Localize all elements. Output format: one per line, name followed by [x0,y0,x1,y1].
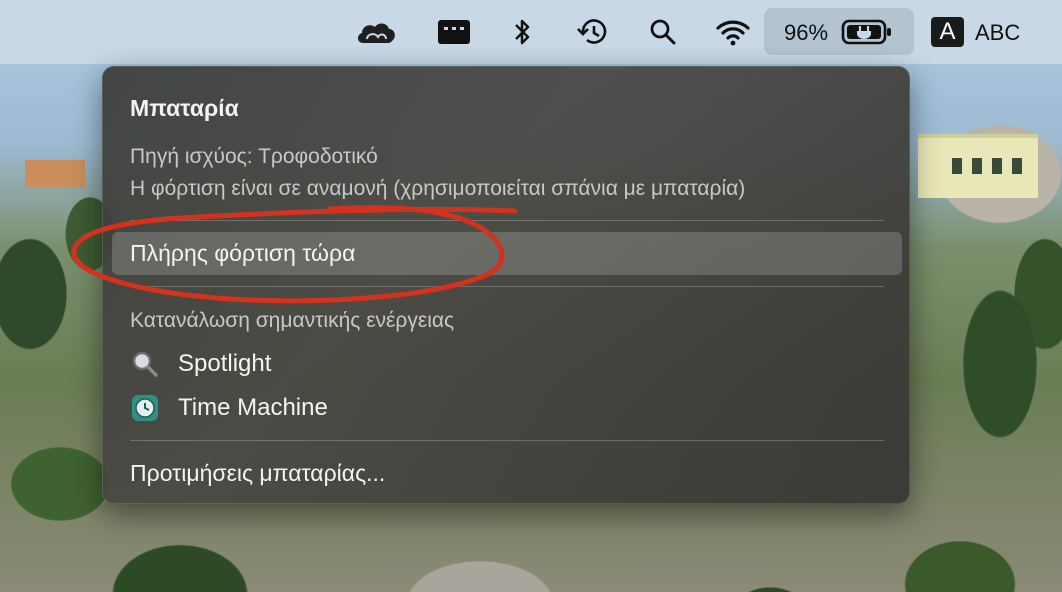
battery-menu: Μπαταρία Πηγή ισχύος: Τροφοδοτικό Η φόρτ… [102,66,910,504]
app-name: Time Machine [178,394,328,421]
power-source-text: Πηγή ισχύος: Τροφοδοτικό [130,145,378,168]
energy-section-label: Κατανάλωση σημαντικής ενέργειας [130,309,455,332]
time-machine-icon [130,393,160,423]
input-source-label[interactable]: ABC [975,20,1020,46]
bluetooth-icon[interactable] [510,16,534,48]
spotlight-search-icon[interactable] [648,16,678,48]
wallpaper-roof [25,160,85,188]
wifi-icon[interactable] [714,16,752,48]
menu-separator [130,220,884,221]
charging-status-text: Η φόρτιση είναι σε αναμονή (χρησιμοποιεί… [130,177,746,200]
spotlight-icon [130,349,160,379]
battery-preferences-item[interactable]: Προτιμήσεις μπαταρίας... [130,460,385,487]
creative-cloud-icon[interactable] [354,16,398,48]
battery-percentage: 96% [784,20,829,45]
input-source-icon[interactable]: A [931,17,964,47]
charge-now-label[interactable]: Πλήρης φόρτιση τώρα [130,240,355,267]
app-row-time-machine[interactable]: Time Machine [130,391,328,425]
menu-separator [130,440,884,441]
display-icon[interactable] [436,16,472,48]
app-row-spotlight[interactable]: Spotlight [130,347,271,381]
wallpaper-building [918,134,1038,198]
battery-charging-icon [840,16,894,48]
time-machine-icon[interactable] [576,16,610,48]
app-name: Spotlight [178,350,272,377]
menu-title: Μπαταρία [130,95,239,121]
menu-separator [130,286,884,287]
